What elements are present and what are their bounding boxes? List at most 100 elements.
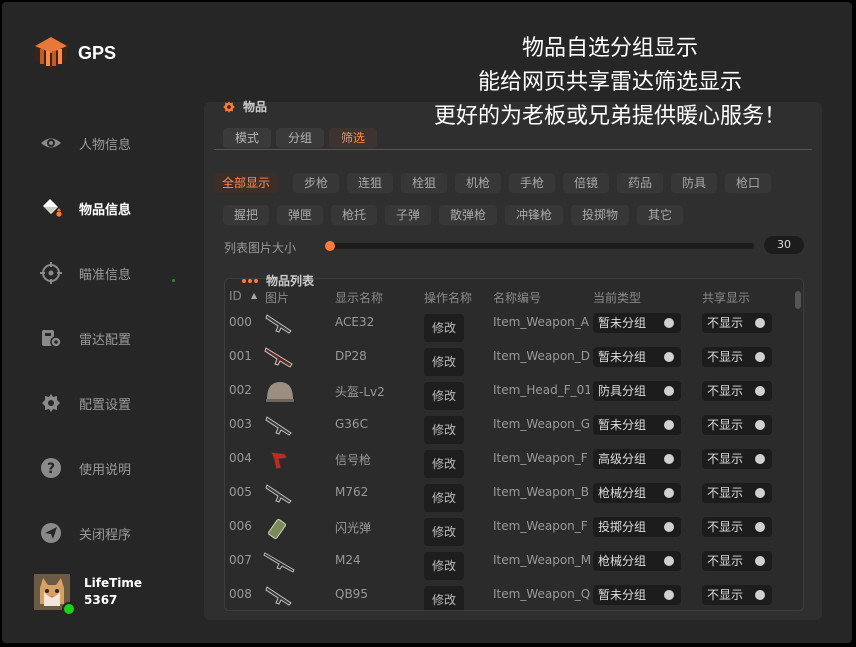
overlay-line: 能给网页共享雷达筛选显示 (477, 70, 742, 95)
table-row: 000 ACE32 修改 Item_Weapon_A 暂未分组 不显示 (225, 307, 795, 342)
tab-bar: 模式 分组 筛选 (223, 128, 382, 148)
column-header-id[interactable]: ID (229, 289, 242, 303)
row-id: 003 (229, 417, 252, 431)
filter-chip[interactable]: 手枪 (509, 173, 555, 193)
online-status-dot (62, 602, 76, 616)
rifle-icon (263, 581, 297, 609)
type-select[interactable]: 暂未分组 (593, 585, 681, 605)
sidebar-item-radar-config[interactable]: 雷达配置 (40, 323, 180, 353)
filter-chip[interactable]: 子弹 (385, 205, 431, 225)
sidebar-item-label: 物品信息 (79, 202, 132, 218)
toggle-knob-icon (664, 318, 674, 328)
toggle-knob-icon (755, 420, 765, 430)
edit-button[interactable]: 修改 (424, 450, 464, 478)
type-select-value: 投掷分组 (598, 520, 647, 534)
filter-chip[interactable]: 枪托 (331, 205, 377, 225)
sidebar-item-label: 雷达配置 (79, 332, 132, 348)
sidebar-item-help[interactable]: ? 使用说明 (40, 453, 180, 483)
share-select[interactable]: 不显示 (702, 381, 772, 401)
tab-filter[interactable]: 筛选 (329, 128, 378, 148)
filter-chip[interactable]: 握把 (223, 205, 269, 225)
filter-chip[interactable]: 药品 (617, 173, 663, 193)
share-select[interactable]: 不显示 (702, 517, 772, 537)
flare-gun-icon (263, 445, 297, 473)
type-select[interactable]: 枪械分组 (593, 551, 681, 571)
table-row: 001 DP28 修改 Item_Weapon_D 暂未分组 不显示 (225, 341, 795, 376)
filter-chip[interactable]: 机枪 (455, 173, 501, 193)
share-select[interactable]: 不显示 (702, 347, 772, 367)
tab-mode[interactable]: 模式 (223, 128, 272, 148)
sidebar-item-item-info[interactable]: 物品信息 (40, 193, 180, 223)
user-profile[interactable]: LifeTime 5367 (34, 574, 142, 616)
type-select[interactable]: 枪械分组 (593, 483, 681, 503)
sidebar-item-aim-info[interactable]: 瞄准信息 (40, 258, 180, 288)
promo-overlay-text: 物品自选分组显示 能给网页共享雷达筛选显示 更好的为老板或兄弟提供暖心服务！ (400, 32, 820, 134)
filter-chip[interactable]: 冲锋枪 (505, 205, 563, 225)
type-select-value: 高级分组 (598, 452, 647, 466)
machine-gun-icon (263, 343, 297, 371)
list-scrollbar[interactable] (795, 291, 801, 309)
row-code: Item_Weapon_F (493, 519, 588, 533)
sidebar-item-character-info[interactable]: 人物信息 (40, 128, 180, 158)
type-select-value: 暂未分组 (598, 418, 647, 432)
edit-button[interactable]: 修改 (424, 586, 464, 610)
type-select[interactable]: 暂未分组 (593, 415, 681, 435)
share-select[interactable]: 不显示 (702, 449, 772, 469)
type-select-value: 暂未分组 (598, 316, 647, 330)
type-select[interactable]: 投掷分组 (593, 517, 681, 537)
filter-chip[interactable]: 栓狙 (401, 173, 447, 193)
type-select[interactable]: 高级分组 (593, 449, 681, 469)
filter-chip[interactable]: 其它 (637, 205, 683, 225)
row-id: 000 (229, 315, 252, 329)
filter-chip[interactable]: 散弹枪 (439, 205, 497, 225)
filter-chip[interactable]: 连狙 (347, 173, 393, 193)
edit-button[interactable]: 修改 (424, 314, 464, 342)
edit-button[interactable]: 修改 (424, 382, 464, 410)
filter-chip-all[interactable]: 全部显示 (214, 173, 278, 193)
type-select[interactable]: 防具分组 (593, 381, 681, 401)
sidebar-item-label: 关闭程序 (79, 527, 132, 543)
type-select[interactable]: 暂未分组 (593, 313, 681, 333)
tab-group[interactable]: 分组 (276, 128, 325, 148)
sidebar-item-exit[interactable]: 关闭程序 (40, 518, 180, 548)
send-icon (41, 523, 61, 543)
edit-button[interactable]: 修改 (424, 348, 464, 376)
type-select[interactable]: 暂未分组 (593, 347, 681, 367)
filter-chip[interactable]: 枪口 (725, 173, 771, 193)
filter-chip[interactable]: 弹匣 (277, 205, 323, 225)
row-code: Item_Weapon_Q (493, 587, 590, 601)
gear-icon (42, 394, 60, 412)
share-select[interactable]: 不显示 (702, 313, 772, 333)
type-select-value: 暂未分组 (598, 350, 647, 364)
filter-chip[interactable]: 倍镜 (563, 173, 609, 193)
table-row: 003 G36C 修改 Item_Weapon_G 暂未分组 不显示 (225, 409, 795, 444)
type-select-value: 防具分组 (598, 384, 647, 398)
rifle-icon (263, 309, 297, 337)
toggle-knob-icon (664, 522, 674, 532)
filter-chip[interactable]: 防具 (671, 173, 717, 193)
filter-chip[interactable]: 投掷物 (571, 205, 629, 225)
share-select[interactable]: 不显示 (702, 415, 772, 435)
help-icon: ? (41, 458, 61, 478)
row-id: 006 (229, 519, 252, 533)
avatar[interactable] (34, 574, 76, 616)
edit-button[interactable]: 修改 (424, 518, 464, 546)
brand: GPS (34, 36, 116, 70)
sidebar-item-settings[interactable]: 配置设置 (40, 388, 180, 418)
share-select[interactable]: 不显示 (702, 585, 772, 605)
app-window: GPS 人物信息 物品信息 瞄准信息 雷达配置 配置设置 ? 使用说明 关闭程序… (2, 2, 852, 643)
share-select[interactable]: 不显示 (702, 551, 772, 571)
sort-ascending-icon[interactable]: ▲ (251, 291, 257, 300)
filter-chip[interactable]: 步枪 (293, 173, 339, 193)
crosshair-icon (40, 262, 62, 284)
image-size-value[interactable]: 30 (764, 236, 804, 254)
share-select[interactable]: 不显示 (702, 483, 772, 503)
edit-button[interactable]: 修改 (424, 416, 464, 444)
row-id: 007 (229, 553, 252, 567)
helmet-icon (263, 377, 297, 405)
edit-button[interactable]: 修改 (424, 552, 464, 580)
edit-button[interactable]: 修改 (424, 484, 464, 512)
slider-handle[interactable] (325, 241, 335, 251)
column-header-code: 名称编号 (493, 291, 542, 305)
image-size-slider[interactable] (325, 241, 754, 251)
